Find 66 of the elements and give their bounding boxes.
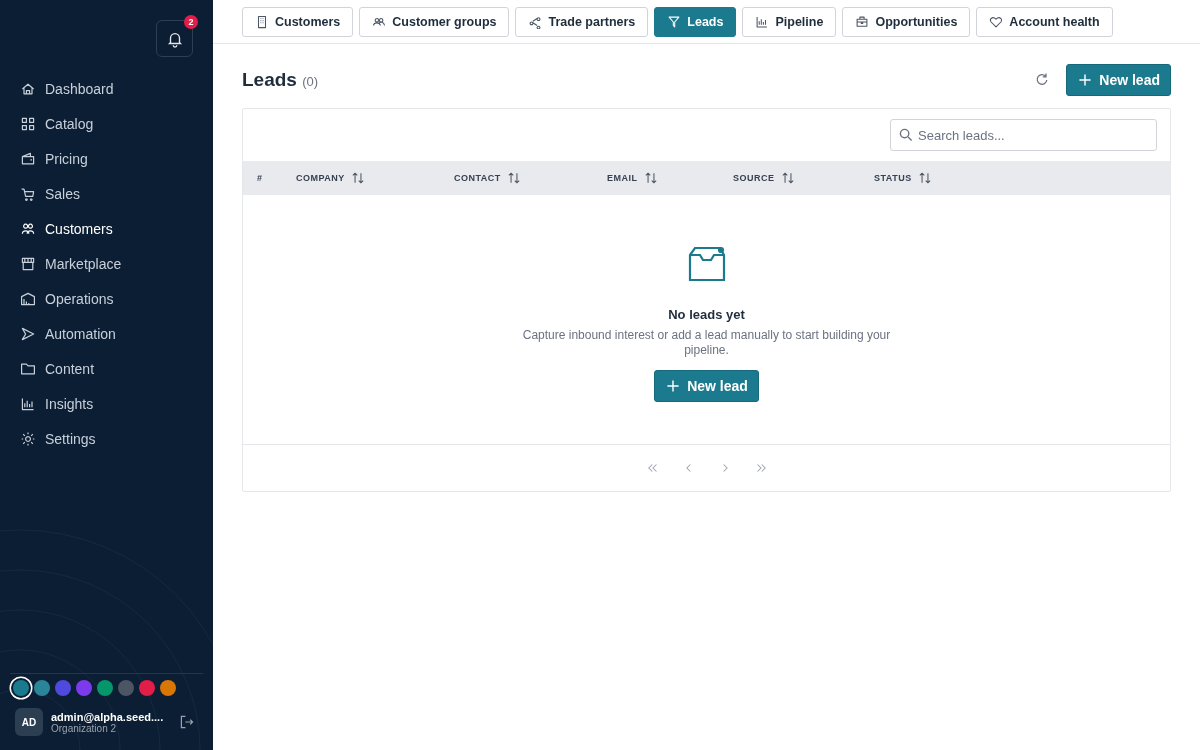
- theme-color-swatch[interactable]: [97, 680, 113, 696]
- empty-state-message: Capture inbound interest or add a lead manually to start building your pipeline.: [521, 328, 892, 358]
- nav-icon: [20, 325, 36, 342]
- nav-item[interactable]: Insights: [20, 386, 213, 421]
- logout-icon[interactable]: [179, 714, 195, 730]
- sort-icon[interactable]: [780, 171, 795, 185]
- sort-icon[interactable]: [506, 171, 521, 185]
- theme-color-swatch[interactable]: [118, 680, 134, 696]
- theme-color-swatch[interactable]: [34, 680, 50, 696]
- nav-item[interactable]: Marketplace: [20, 246, 213, 281]
- nav-icon: [20, 430, 36, 447]
- theme-color-swatch[interactable]: [139, 680, 155, 696]
- nav-item[interactable]: Dashboard: [20, 71, 213, 106]
- user-email: admin@alpha.seed....: [51, 710, 165, 723]
- tab[interactable]: Account health: [976, 7, 1113, 37]
- nav-item[interactable]: Content: [20, 351, 213, 386]
- nav-item[interactable]: Pricing: [20, 141, 213, 176]
- nav-item[interactable]: Customers: [20, 211, 213, 246]
- nav-item[interactable]: Sales: [20, 176, 213, 211]
- nav-icon: [20, 150, 36, 167]
- search-icon: [899, 128, 913, 142]
- tab[interactable]: Opportunities: [842, 7, 971, 37]
- nav-item[interactable]: Operations: [20, 281, 213, 316]
- tab[interactable]: Leads: [654, 7, 737, 37]
- nav-icon: [20, 290, 36, 307]
- nav-item[interactable]: Automation: [20, 316, 213, 351]
- tab[interactable]: Trade partners: [515, 7, 649, 37]
- column-header[interactable]: SOURCE: [733, 173, 775, 183]
- nav-item[interactable]: Catalog: [20, 106, 213, 141]
- sort-icon[interactable]: [643, 171, 658, 185]
- tab[interactable]: Customers: [242, 7, 354, 37]
- user-avatar: AD: [15, 708, 43, 736]
- theme-color-swatch[interactable]: [13, 680, 29, 696]
- empty-state-title: No leads yet: [668, 307, 745, 322]
- plus-icon: [665, 378, 682, 394]
- column-header[interactable]: STATUS: [874, 173, 912, 183]
- nav-icon: [20, 395, 36, 412]
- tab[interactable]: Pipeline: [742, 7, 837, 37]
- notification-badge: 2: [184, 15, 198, 29]
- column-header[interactable]: COMPANY: [296, 173, 345, 183]
- theme-color-swatch[interactable]: [55, 680, 71, 696]
- tab-icon: [855, 15, 870, 29]
- tab-icon: [989, 15, 1004, 29]
- column-header[interactable]: #: [257, 173, 263, 183]
- sort-icon[interactable]: [350, 171, 365, 185]
- tab-icon: [255, 15, 269, 29]
- tab-icon: [755, 15, 770, 29]
- lead-count: (0): [302, 74, 319, 89]
- theme-color-swatch[interactable]: [160, 680, 176, 696]
- sort-icon[interactable]: [917, 171, 932, 185]
- column-header[interactable]: CONTACT: [454, 173, 501, 183]
- new-lead-button[interactable]: New lead: [1066, 64, 1171, 96]
- tab-icon: [528, 15, 543, 29]
- theme-color-swatch[interactable]: [76, 680, 92, 696]
- page-title: Leads: [242, 69, 297, 90]
- nav-icon: [20, 255, 36, 272]
- plus-icon: [1077, 72, 1094, 88]
- organization-name: Organization 2: [51, 722, 117, 734]
- nav-icon: [20, 115, 36, 132]
- tab[interactable]: Customer groups: [359, 7, 510, 37]
- tab-icon: [667, 15, 682, 29]
- search-field[interactable]: Search leads...: [890, 119, 1157, 151]
- column-header[interactable]: EMAIL: [607, 173, 638, 183]
- new-lead-button[interactable]: New lead: [654, 370, 759, 402]
- nav-item[interactable]: Settings: [20, 421, 213, 456]
- tab-icon: [372, 15, 387, 29]
